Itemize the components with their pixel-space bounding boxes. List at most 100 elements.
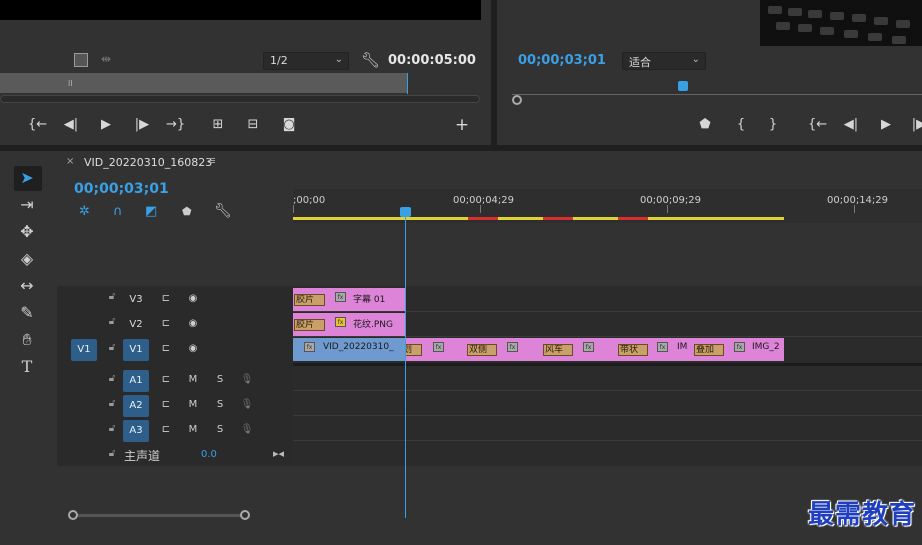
lock-icon[interactable]: 🔓︎ xyxy=(105,448,119,462)
zoom-select[interactable]: 1/2 ⌄ xyxy=(263,52,349,70)
add-marker-icon[interactable]: ⬟ xyxy=(696,117,714,133)
mute-button[interactable]: M xyxy=(185,399,201,413)
sync-lock-icon[interactable]: ⊏ xyxy=(158,374,174,388)
program-playhead[interactable] xyxy=(678,81,688,91)
eye-icon[interactable]: ◉ xyxy=(185,318,201,332)
track-name-a2[interactable]: A2 xyxy=(123,395,149,417)
sync-lock-icon[interactable]: ⊏ xyxy=(158,318,174,332)
go-to-in-icon[interactable]: {← xyxy=(808,117,827,133)
hand-tool-icon[interactable]: ✋︎ xyxy=(16,330,38,350)
linked-selection-icon[interactable]: ◩ xyxy=(145,204,157,219)
mark-out-icon[interactable]: →} xyxy=(166,117,185,133)
step-forward-icon[interactable]: |▶ xyxy=(133,117,151,133)
transition-pinwheel[interactable]: 风车 xyxy=(543,344,573,356)
step-back-icon[interactable]: ◀| xyxy=(842,117,860,133)
nest-toggle-icon[interactable]: ✲ xyxy=(79,204,90,219)
lock-icon[interactable]: 🔓︎ xyxy=(105,342,119,356)
go-to-end-icon[interactable]: ▸◂ xyxy=(273,447,284,460)
timeline-timecode[interactable]: 00;00;03;01 xyxy=(74,181,169,197)
sync-lock-icon[interactable]: ⊏ xyxy=(158,399,174,413)
transition-film[interactable]: 胶片 xyxy=(294,319,325,331)
clip-vid-main[interactable]: fx VID_20220310_ xyxy=(293,338,405,361)
timeline-playhead-handle[interactable] xyxy=(400,207,411,217)
selection-tool-icon[interactable]: ➤ xyxy=(16,168,38,188)
render-bar-yellow xyxy=(293,217,423,220)
mark-in-icon[interactable]: {← xyxy=(28,117,47,133)
program-scrub-line[interactable] xyxy=(512,94,922,95)
panel-menu-icon[interactable]: ≡ xyxy=(207,154,216,167)
mute-button[interactable]: M xyxy=(185,424,201,438)
time-ruler[interactable]: ;00;00 00;00;04;29 00;00;09;29 00;00;14;… xyxy=(293,189,922,223)
program-timecode[interactable]: 00;00;03;01 xyxy=(518,53,606,68)
mute-button[interactable]: M xyxy=(185,374,201,388)
ripple-edit-tool-icon[interactable]: ✥ xyxy=(16,222,38,242)
solo-button[interactable]: S xyxy=(212,374,228,388)
eye-icon[interactable]: ◉ xyxy=(185,293,201,307)
track-name-v2[interactable]: V2 xyxy=(123,314,149,336)
transition-iris[interactable]: 圆划 xyxy=(405,344,422,356)
razor-tool-icon[interactable]: ◈ xyxy=(16,249,38,269)
type-tool-icon[interactable]: T xyxy=(16,357,38,377)
source-video-preview xyxy=(0,0,481,20)
insert-icon[interactable]: ⊞ xyxy=(209,117,227,133)
transition-overlay[interactable]: 叠加 xyxy=(694,344,724,356)
keyboard-key xyxy=(892,36,906,44)
eye-icon[interactable]: ◉ xyxy=(185,343,201,357)
master-volume-value[interactable]: 0.0 xyxy=(201,449,217,460)
add-button-icon[interactable]: + xyxy=(453,117,471,134)
wrench-icon[interactable]: 🔧︎ xyxy=(361,51,380,69)
clip-pattern-png[interactable]: 胶片 fx 花纹.PNG xyxy=(293,313,405,336)
step-back-icon[interactable]: ◀| xyxy=(62,117,80,133)
lock-icon[interactable]: 🔓︎ xyxy=(105,373,119,387)
transition-film[interactable]: 胶片 xyxy=(294,294,325,306)
mark-in-icon[interactable]: { xyxy=(732,117,750,133)
track-name-a3[interactable]: A3 xyxy=(123,420,149,442)
lock-icon[interactable]: 🔓︎ xyxy=(105,398,119,412)
microphone-icon[interactable]: 🎙︎ xyxy=(239,399,255,413)
clip-title-01[interactable]: 胶片 fx 字幕 01 xyxy=(293,288,405,311)
zoom-handle-left[interactable] xyxy=(68,510,78,520)
source-scrub-range[interactable]: ll xyxy=(0,73,408,93)
source-patch-v1[interactable]: V1 xyxy=(71,339,97,361)
add-marker-icon[interactable]: ⬟ xyxy=(182,205,192,218)
source-zoom-scrollbar[interactable] xyxy=(0,95,480,103)
transition-band[interactable]: 带状 xyxy=(618,344,648,356)
clip-label: VID_20220310_ xyxy=(323,342,394,352)
track-name-v3[interactable]: V3 xyxy=(123,289,149,311)
solo-button[interactable]: S xyxy=(212,424,228,438)
microphone-icon[interactable]: 🎙︎ xyxy=(239,424,255,438)
settings-wrench-icon[interactable]: 🔧︎ xyxy=(214,203,232,219)
camera-icon[interactable]: ◙ xyxy=(280,117,298,133)
zoom-handle-right[interactable] xyxy=(240,510,250,520)
sync-lock-icon[interactable]: ⊏ xyxy=(158,343,174,357)
play-icon[interactable]: ▶ xyxy=(877,117,895,133)
close-tab-icon[interactable]: × xyxy=(66,156,74,167)
program-zoom-handle[interactable] xyxy=(512,95,522,105)
step-forward-icon[interactable]: |▶ xyxy=(910,117,922,133)
solo-button[interactable]: S xyxy=(212,399,228,413)
sequence-tab[interactable]: VID_20220310_160823 xyxy=(84,156,212,169)
track-select-tool-icon[interactable]: ⇥ xyxy=(16,195,38,215)
track-name-a1[interactable]: A1 xyxy=(123,370,149,392)
microphone-icon[interactable]: 🎙︎ xyxy=(239,374,255,388)
track-name-v1[interactable]: V1 xyxy=(123,339,149,361)
lock-icon[interactable]: 🔓︎ xyxy=(105,423,119,437)
slip-tool-icon[interactable]: ↔ xyxy=(16,276,38,296)
mark-out-icon[interactable]: } xyxy=(764,117,782,133)
sync-lock-icon[interactable]: ⊏ xyxy=(158,293,174,307)
play-icon[interactable]: ▶ xyxy=(97,117,115,133)
lock-icon[interactable]: 🔓︎ xyxy=(105,316,119,330)
transition-double-side[interactable]: 双侧 xyxy=(467,344,497,356)
clip-images-sequence[interactable]: fx 圆划 fx 双侧 fx 风车 fx 带状 IM 叠加 fx IMG_2 xyxy=(405,338,784,361)
filmstrip-icon[interactable] xyxy=(74,53,88,67)
snap-icon[interactable]: ∩ xyxy=(113,204,123,219)
drag-audio-icon[interactable]: ⇹ xyxy=(101,52,111,66)
lock-icon[interactable]: 🔓︎ xyxy=(105,291,119,305)
timeline-playhead-line[interactable] xyxy=(405,209,406,518)
overwrite-icon[interactable]: ⊟ xyxy=(244,117,262,133)
sync-lock-icon[interactable]: ⊏ xyxy=(158,424,174,438)
source-playhead[interactable] xyxy=(407,73,408,94)
fit-select[interactable]: 适合 ⌄ xyxy=(622,52,706,70)
pen-tool-icon[interactable]: ✎ xyxy=(16,303,38,323)
timeline-zoom-scrollbar[interactable] xyxy=(68,510,250,520)
